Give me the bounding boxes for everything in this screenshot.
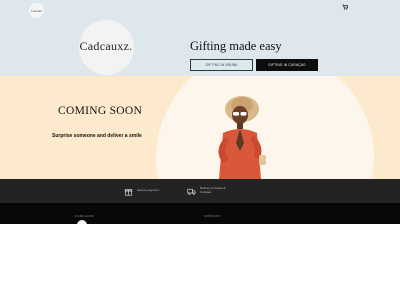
cart-icon[interactable]: [342, 4, 348, 10]
hero-model-image: [218, 96, 266, 179]
gifting-curacao-button[interactable]: GIFTING IN CURAÇAO: [256, 59, 318, 71]
feature-label: Delivery in Aruba & Curaçao: [200, 186, 226, 194]
mini-logo-text: Cadcaux: [31, 8, 42, 13]
footer-social-icons[interactable]: [205, 221, 219, 224]
gift-box-icon: [124, 188, 133, 196]
gifting-aruba-button[interactable]: GIFTING IN ARUBA: [190, 59, 253, 71]
page-tagline: Gifting made easy: [190, 39, 282, 53]
footer-heading-contact: CONTACT: [204, 214, 221, 218]
footer-heading-brand: CADCAUXZ: [75, 214, 94, 218]
coming-soon-heading: COMING SOON: [58, 105, 143, 117]
mini-logo[interactable]: Cadcaux: [29, 3, 44, 18]
footer-logo[interactable]: [77, 220, 87, 224]
feature-delivery: Delivery in Aruba & Curaçao: [187, 184, 236, 198]
feature-secure-payment: Secure payment: [124, 184, 159, 198]
site-footer: CADCAUXZ CONTACT: [0, 203, 400, 224]
delivery-truck-icon: [187, 188, 196, 195]
feature-label: Secure payment: [137, 188, 159, 193]
hero-subheading: Surprise someone and deliver a smile: [52, 133, 142, 139]
brand-logo[interactable]: Cadcauxz.: [75, 39, 137, 54]
site-header: Cadcaux Cadcauxz. Gifting made easy GIFT…: [0, 0, 400, 76]
hero-section: COMING SOON Surprise someone and deliver…: [0, 76, 400, 179]
